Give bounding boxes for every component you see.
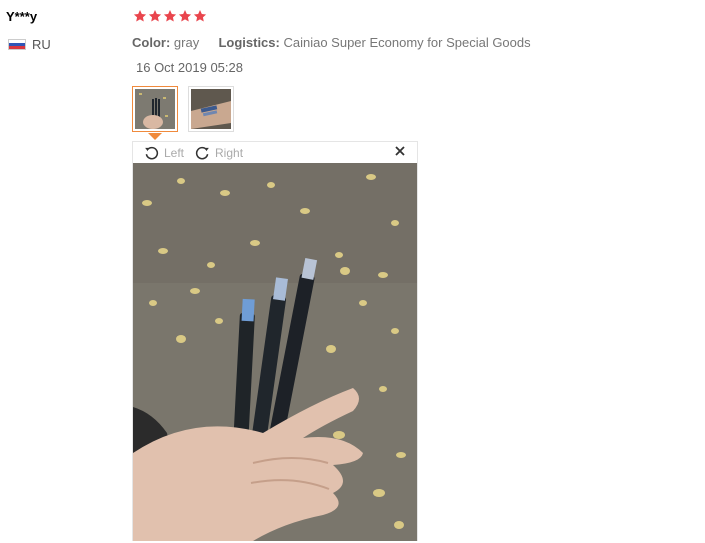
rotate-right-label: Right	[215, 145, 244, 160]
review-date: 16 Oct 2019 05:28	[136, 60, 243, 75]
reviewer-name: Y***y	[6, 9, 38, 24]
review-photo-thumbnail-2[interactable]	[188, 86, 234, 132]
review-photo-thumbnail-1[interactable]	[132, 86, 178, 132]
rotate-right-button[interactable]: Right	[194, 144, 243, 161]
photo-viewer: Left Right	[132, 141, 418, 541]
close-icon[interactable]	[393, 144, 407, 158]
rotate-left-label: Left	[164, 145, 185, 160]
logistics-label: Logistics:	[218, 35, 280, 50]
russia-flag-icon	[8, 39, 26, 50]
country-code: RU	[32, 37, 51, 52]
viewer-toolbar: Left Right	[133, 142, 417, 163]
reviewer-country: RU	[8, 37, 51, 52]
enlarged-review-photo	[133, 163, 417, 541]
swatch-photo-thumbnail	[191, 89, 231, 129]
rotate-right-icon	[195, 146, 209, 160]
logistics-value: Cainiao Super Economy for Special Goods	[283, 35, 531, 50]
star-icon	[133, 10, 147, 22]
color-label: Color:	[132, 35, 171, 50]
color-value: gray	[173, 35, 200, 50]
star-icon	[148, 10, 162, 22]
rating-stars	[133, 9, 207, 23]
active-thumbnail-pointer	[148, 133, 162, 140]
rotate-left-button[interactable]: Left	[143, 144, 184, 161]
rotate-left-icon	[145, 146, 159, 160]
pencils-photo-thumbnail	[135, 89, 175, 129]
review-attributes: Color: gray Logistics: Cainiao Super Eco…	[132, 35, 531, 50]
star-icon	[163, 10, 177, 22]
star-icon	[193, 10, 207, 22]
star-icon	[178, 10, 192, 22]
